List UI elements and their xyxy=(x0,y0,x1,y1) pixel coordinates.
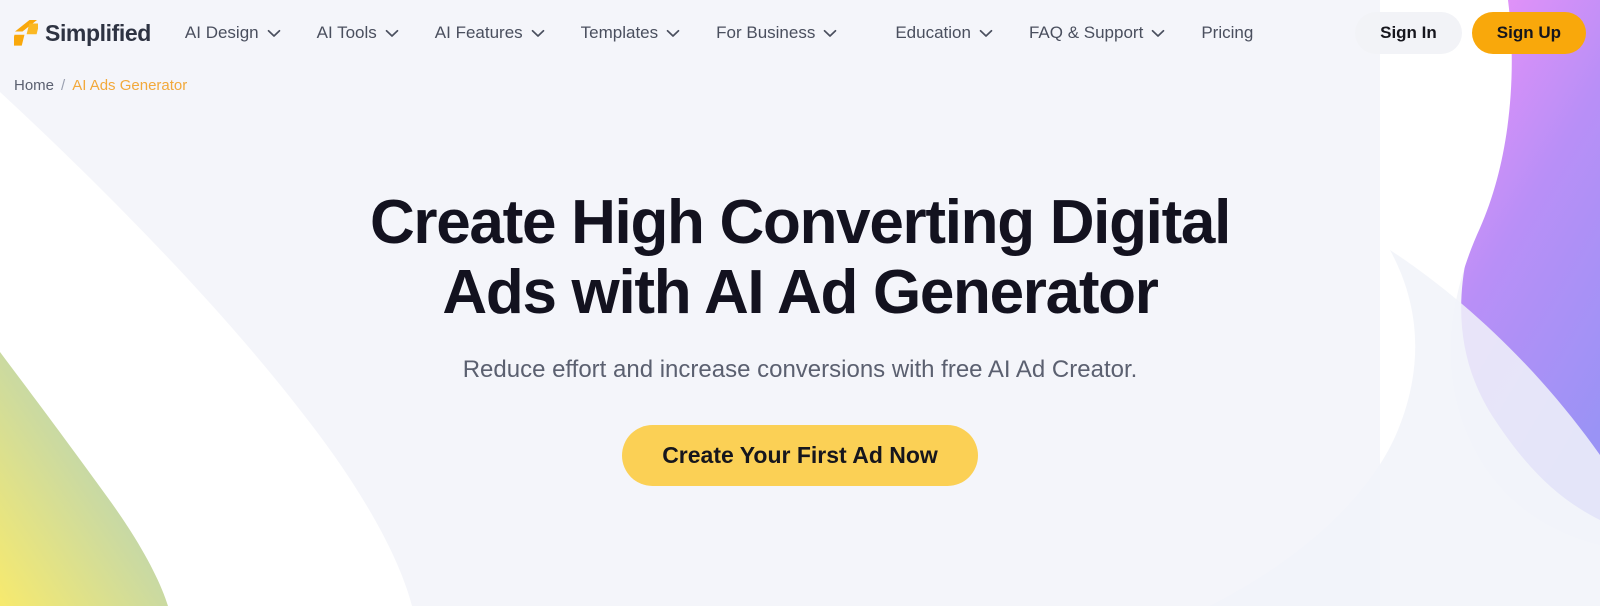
nav-item-ai-design[interactable]: AI Design xyxy=(185,17,281,49)
hero-subtitle: Reduce effort and increase conversions w… xyxy=(462,356,1138,383)
nav-item-ai-tools[interactable]: AI Tools xyxy=(317,17,399,49)
primary-nav: AI Design AI Tools AI Features Templates xyxy=(185,17,1327,49)
simplified-lightning-logo-icon xyxy=(14,20,38,46)
nav-label: Templates xyxy=(580,23,659,42)
chevron-down-icon xyxy=(823,29,837,37)
page-title: Create High Converting Digital Ads with … xyxy=(320,188,1280,328)
page-title-line-2: Ads with AI Ad Generator xyxy=(442,258,1158,327)
nav-label: FAQ & Support xyxy=(1028,23,1144,42)
chevron-down-icon xyxy=(1151,29,1165,37)
chevron-down-icon xyxy=(385,29,399,37)
breadcrumb-home-link[interactable]: Home xyxy=(14,77,54,94)
nav-label: Pricing xyxy=(1201,23,1254,42)
nav-item-ai-features[interactable]: AI Features xyxy=(435,17,545,49)
nav-item-pricing[interactable]: Pricing xyxy=(1201,17,1253,49)
nav-label: For Business xyxy=(716,23,816,42)
breadcrumb: Home / AI Ads Generator xyxy=(0,66,1600,98)
nav-label: AI Features xyxy=(434,23,523,42)
breadcrumb-separator: / xyxy=(61,76,66,94)
nav-label: AI Tools xyxy=(316,23,377,42)
sign-in-button[interactable]: Sign In xyxy=(1355,12,1462,54)
nav-label: Education xyxy=(895,23,971,42)
site-header: Simplified AI Design AI Tools AI Feature… xyxy=(0,0,1600,66)
auth-actions: Sign In Sign Up xyxy=(1355,12,1586,54)
nav-item-for-business[interactable]: For Business xyxy=(716,17,837,49)
page-title-line-1: Create High Converting Digital xyxy=(369,188,1231,257)
chevron-down-icon xyxy=(979,29,993,37)
breadcrumb-current-page[interactable]: AI Ads Generator xyxy=(72,77,187,94)
sign-up-button[interactable]: Sign Up xyxy=(1471,12,1586,54)
create-first-ad-button[interactable]: Create Your First Ad Now xyxy=(622,425,978,486)
nav-item-faq-support[interactable]: FAQ & Support xyxy=(1029,17,1165,49)
hero-section: Create High Converting Digital Ads with … xyxy=(0,98,1600,486)
nav-item-templates[interactable]: Templates xyxy=(581,17,680,49)
brand-logo[interactable]: Simplified xyxy=(14,19,151,47)
chevron-down-icon xyxy=(267,29,280,37)
nav-label: AI Design xyxy=(184,23,259,42)
chevron-down-icon xyxy=(666,29,680,37)
chevron-down-icon xyxy=(531,29,545,37)
brand-name: Simplified xyxy=(45,19,151,46)
landing-page: Simplified AI Design AI Tools AI Feature… xyxy=(0,0,1600,606)
nav-item-education[interactable]: Education xyxy=(895,17,993,49)
